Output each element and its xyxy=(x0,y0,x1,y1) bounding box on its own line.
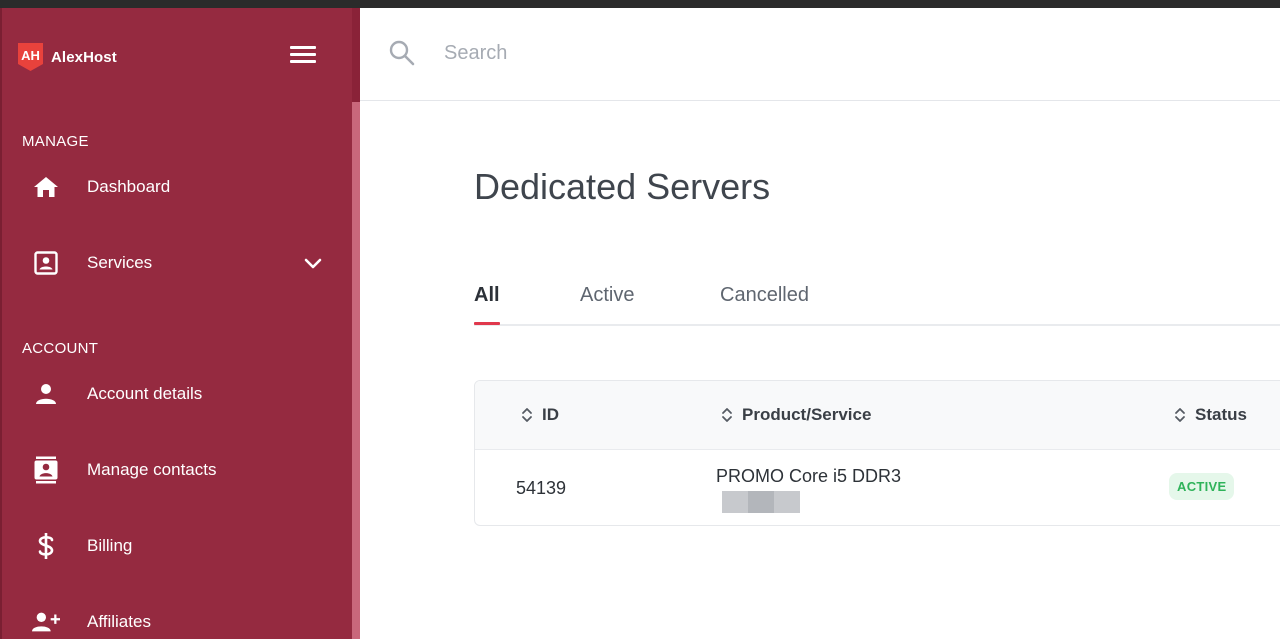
sidebar-item-dashboard[interactable]: Dashboard xyxy=(0,162,352,212)
section-label-account: ACCOUNT xyxy=(22,340,99,357)
redacted-hostname xyxy=(722,491,800,513)
sidebar-item-affiliates[interactable]: Affiliates xyxy=(0,597,352,639)
table-header: ID Product/Service Status xyxy=(475,381,1280,450)
person-icon xyxy=(32,380,60,408)
services-table: ID Product/Service Status 54139 PROMO Co… xyxy=(474,380,1280,526)
page-title: Dedicated Servers xyxy=(474,166,771,207)
column-header-status[interactable]: Status xyxy=(1174,405,1247,425)
sidebar-item-label: Services xyxy=(87,253,153,272)
search-input[interactable] xyxy=(444,33,944,73)
dollar-icon xyxy=(32,532,60,560)
tab-all[interactable]: All xyxy=(474,284,500,307)
sidebar-item-account-details[interactable]: Account details xyxy=(0,369,352,419)
contacts-icon xyxy=(32,456,60,484)
column-header-label: Status xyxy=(1195,405,1247,424)
active-tab-indicator xyxy=(474,322,500,325)
column-header-label: ID xyxy=(542,405,559,424)
logo-text: AH xyxy=(21,48,40,63)
sort-icon xyxy=(722,408,732,422)
sidebar-scrollbar[interactable] xyxy=(352,8,360,639)
home-icon xyxy=(32,173,60,201)
section-label-manage: MANAGE xyxy=(22,133,89,150)
tab-cancelled[interactable]: Cancelled xyxy=(720,284,809,307)
sidebar-item-services[interactable]: Services xyxy=(0,238,352,288)
sidebar-item-manage-contacts[interactable]: Manage contacts xyxy=(0,445,352,495)
tabs-divider xyxy=(474,324,1280,326)
status-badge: ACTIVE xyxy=(1169,473,1235,500)
sidebar-item-label: Billing xyxy=(87,536,133,555)
sidebar-item-label: Affiliates xyxy=(87,612,151,631)
person-add-icon xyxy=(32,608,60,636)
cell-id: 54139 xyxy=(516,478,567,498)
top-bar xyxy=(360,8,1280,101)
column-header-product[interactable]: Product/Service xyxy=(721,405,871,425)
brand[interactable]: AH AlexHost xyxy=(16,41,117,73)
sort-icon xyxy=(1175,408,1185,422)
window-top-strip xyxy=(0,0,1280,8)
cell-product[interactable]: PROMO Core i5 DDR3 xyxy=(716,466,901,487)
alexhost-logo: AH xyxy=(18,43,43,71)
menu-toggle-icon[interactable] xyxy=(290,46,318,66)
tab-active[interactable]: Active xyxy=(580,284,634,307)
search-icon[interactable] xyxy=(388,39,416,67)
column-header-label: Product/Service xyxy=(742,405,872,424)
sidebar-item-label: Account details xyxy=(87,384,203,403)
sort-icon xyxy=(522,408,532,422)
sidebar-item-billing[interactable]: Billing xyxy=(0,521,352,571)
column-header-id[interactable]: ID xyxy=(521,405,559,425)
sidebar-item-label: Dashboard xyxy=(87,177,171,196)
sidebar: AH AlexHost MANAGE Dashboard Services AC… xyxy=(0,8,360,639)
brand-name: AlexHost xyxy=(51,48,117,66)
sidebar-scrollbar-thumb[interactable] xyxy=(352,102,360,639)
id-card-icon xyxy=(32,249,60,277)
sidebar-item-label: Manage contacts xyxy=(87,460,217,479)
chevron-down-icon[interactable] xyxy=(302,252,324,274)
